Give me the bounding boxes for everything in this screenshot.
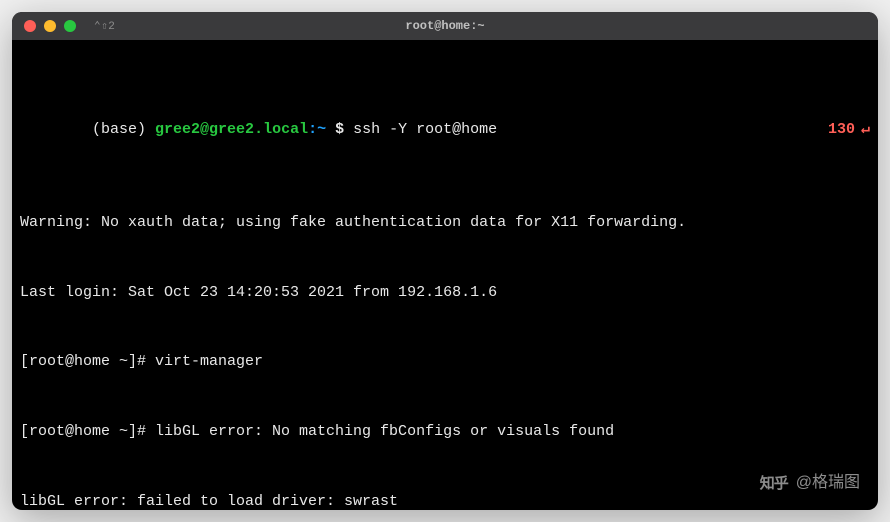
terminal-body[interactable]: (base) gree2@gree2.local:~ $ ssh -Y root… (12, 40, 878, 510)
terminal-line: [root@home ~]# libGL error: No matching … (20, 420, 870, 443)
prompt-symbol: $ (326, 121, 353, 138)
titlebar: ⌃⇧2 root@home:~ (12, 12, 878, 40)
prompt-path: ~ (317, 121, 326, 138)
watermark-text: @格瑞图 (796, 471, 860, 496)
watermark: 知乎 @格瑞图 (760, 471, 860, 496)
return-icon: ↵ (861, 121, 870, 138)
maximize-icon[interactable] (64, 20, 76, 32)
tab-label: ⌃⇧2 (94, 19, 115, 33)
minimize-icon[interactable] (44, 20, 56, 32)
conda-env: (base) (92, 121, 146, 138)
prompt-userhost: gree2@gree2.local (155, 121, 308, 138)
close-icon[interactable] (24, 20, 36, 32)
traffic-lights (24, 20, 76, 32)
exit-code: 130 (828, 121, 855, 138)
terminal-line: [root@home ~]# virt-manager (20, 350, 870, 373)
terminal-line: (base) gree2@gree2.local:~ $ ssh -Y root… (20, 95, 870, 165)
terminal-line: Warning: No xauth data; using fake authe… (20, 211, 870, 234)
window-title: root@home:~ (405, 19, 484, 33)
terminal-line: Last login: Sat Oct 23 14:20:53 2021 fro… (20, 281, 870, 304)
terminal-window: ⌃⇧2 root@home:~ (base) gree2@gree2.local… (12, 12, 878, 510)
command-text: ssh -Y root@home (353, 121, 497, 138)
prompt-colon: : (308, 121, 317, 138)
terminal-line: libGL error: failed to load driver: swra… (20, 490, 870, 510)
zhihu-logo-icon: 知乎 (760, 472, 788, 495)
